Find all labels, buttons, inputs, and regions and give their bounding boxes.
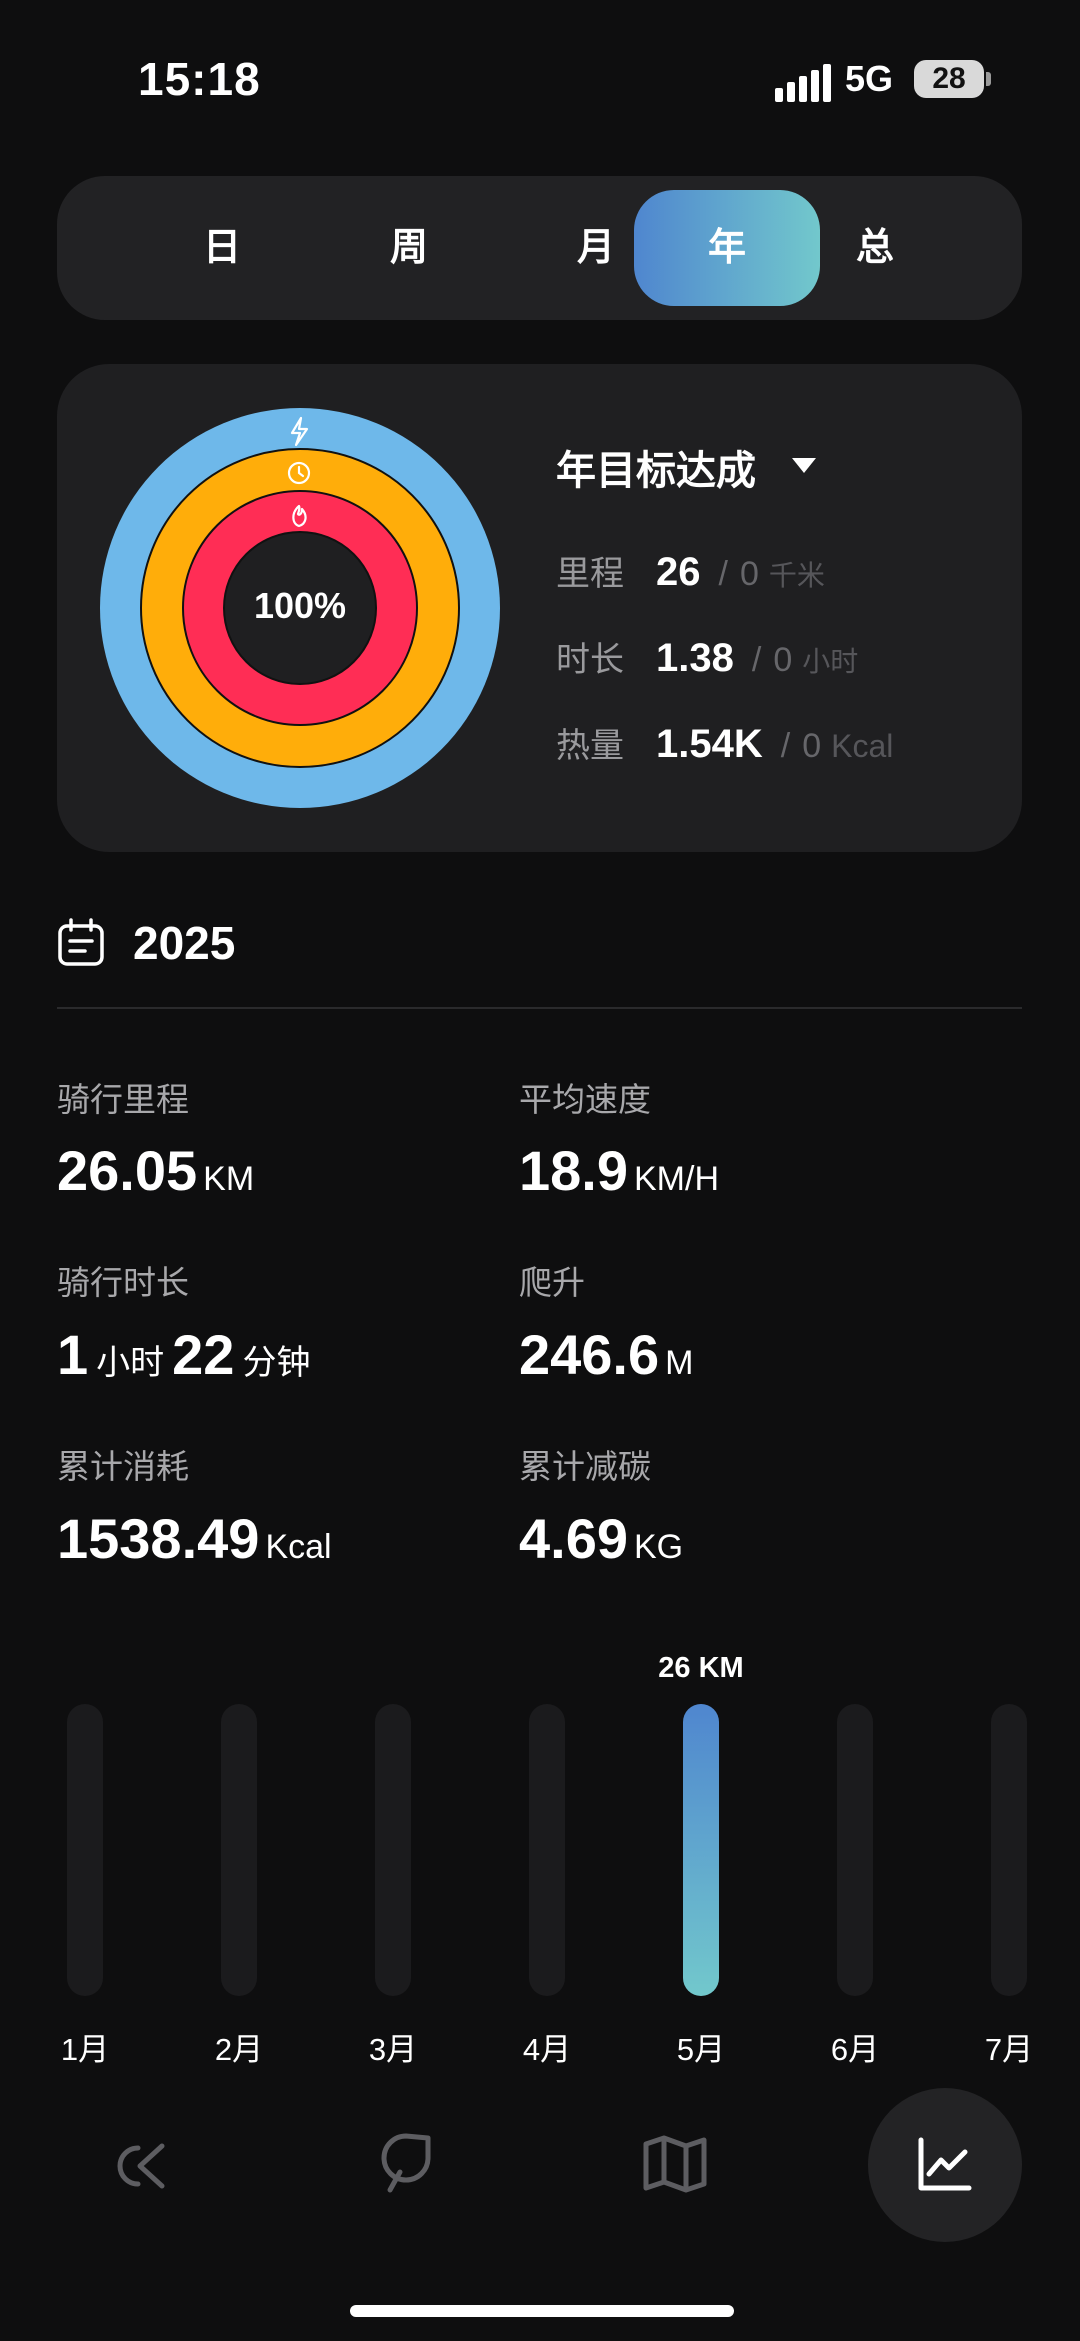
stats-chart-icon[interactable] [917, 2136, 973, 2192]
stat-unit: 分钟 [242, 1344, 311, 1382]
bar-track[interactable] [375, 1704, 411, 1996]
goal-row-target: 0 [802, 727, 822, 765]
goal-title[interactable]: 年目标达成 [556, 438, 756, 496]
goal-row-sep: / [780, 727, 791, 765]
goal-row-sep: / [751, 641, 762, 679]
monthly-distance-chart: 1月 2月 3月 4月 26 KM 5月 6月 7月 [0, 1640, 1080, 2080]
stat-number: 1538.49 [57, 1507, 260, 1570]
goal-row-label: 热量 [556, 727, 624, 765]
goal-row-value: 1.38 [656, 636, 734, 680]
bar-track[interactable] [221, 1704, 257, 1996]
goal-row-value: 1.54K [656, 722, 763, 766]
stat-duration-label: 骑行时长 [57, 1264, 189, 1301]
stat-calories-value: 1538.49 Kcal [57, 1506, 332, 1571]
stat-speed-label: 平均速度 [519, 1081, 651, 1118]
stat-climb-value: 246.6 M [519, 1322, 693, 1387]
goal-row-unit: Kcal [831, 728, 894, 764]
stat-duration-value: 1 小时 22 分钟 [57, 1322, 318, 1387]
goal-row-unit: 千米 [768, 560, 825, 591]
stat-number: 1 [57, 1323, 89, 1386]
stat-carbon-value: 4.69 KG [519, 1506, 683, 1571]
map-icon[interactable] [642, 2134, 708, 2194]
month-label: 1月 [60, 2032, 110, 2067]
home-indicator[interactable] [350, 2305, 734, 2317]
goal-row-target: 0 [773, 641, 793, 679]
tab-day[interactable]: 日 [129, 190, 315, 306]
bar[interactable] [683, 1704, 719, 1996]
goal-percent: 100% [253, 585, 347, 626]
stat-number: 18.9 [519, 1139, 628, 1202]
chevron-down-icon[interactable] [792, 458, 816, 473]
divider [57, 1007, 1022, 1009]
stat-carbon-label: 累计减碳 [519, 1448, 651, 1485]
stat-calories-label: 累计消耗 [57, 1448, 189, 1485]
calendar-icon[interactable] [57, 918, 105, 968]
goal-row-sep: / [718, 555, 728, 593]
month-label: 3月 [368, 2032, 418, 2067]
stat-number: 246.6 [519, 1323, 660, 1386]
goal-row-target: 0 [739, 555, 759, 593]
bar-track[interactable] [837, 1704, 873, 1996]
stat-unit: M [665, 1344, 694, 1382]
stat-unit: Kcal [265, 1528, 332, 1566]
tab-total[interactable]: 总 [782, 190, 968, 306]
stat-unit: KM [203, 1160, 255, 1198]
stat-number: 4.69 [519, 1507, 628, 1570]
stat-distance-value: 26.05 KM [57, 1138, 254, 1203]
goal-row-distance: 里程 26 / 0 千米 [556, 546, 825, 595]
stat-speed-value: 18.9 KM/H [519, 1138, 719, 1203]
stat-climb-label: 爬升 [519, 1264, 585, 1301]
leaf-icon[interactable] [376, 2132, 436, 2196]
stat-unit: 小时 [96, 1344, 165, 1382]
goal-row-unit: 小时 [802, 646, 859, 677]
bar-track[interactable] [991, 1704, 1027, 1996]
goal-row-label: 里程 [556, 555, 624, 593]
status-time: 15:18 [138, 53, 261, 105]
stat-unit: KG [634, 1528, 684, 1566]
goal-row-value: 26 [656, 550, 701, 594]
goal-row-label: 时长 [556, 641, 624, 679]
year-selector[interactable]: 2025 [133, 916, 235, 970]
ride-icon[interactable] [100, 2138, 170, 2194]
bar-value-label: 26 KM [658, 1652, 744, 1684]
month-label: 4月 [522, 2032, 572, 2067]
month-label: 6月 [830, 2032, 880, 2067]
month-label: 7月 [984, 2032, 1034, 2067]
stat-distance-label: 骑行里程 [57, 1081, 189, 1118]
bar-track[interactable] [67, 1704, 103, 1996]
stat-number: 26.05 [57, 1139, 198, 1202]
month-label: 2月 [214, 2032, 264, 2067]
tab-week[interactable]: 周 [316, 190, 502, 306]
goal-row-duration: 时长 1.38 / 0 小时 [556, 632, 858, 681]
battery-icon: 28 [914, 60, 984, 98]
battery-tip [986, 72, 991, 86]
signal-icon [775, 62, 831, 102]
goal-row-calories: 热量 1.54K / 0 Kcal [556, 718, 893, 767]
stat-unit: KM/H [634, 1160, 719, 1198]
month-label: 5月 [676, 2032, 726, 2067]
period-tabs: 日 周 月 年 总 [57, 176, 1022, 320]
bar-track[interactable] [529, 1704, 565, 1996]
network-type: 5G [845, 58, 894, 99]
stat-number: 22 [172, 1323, 235, 1386]
